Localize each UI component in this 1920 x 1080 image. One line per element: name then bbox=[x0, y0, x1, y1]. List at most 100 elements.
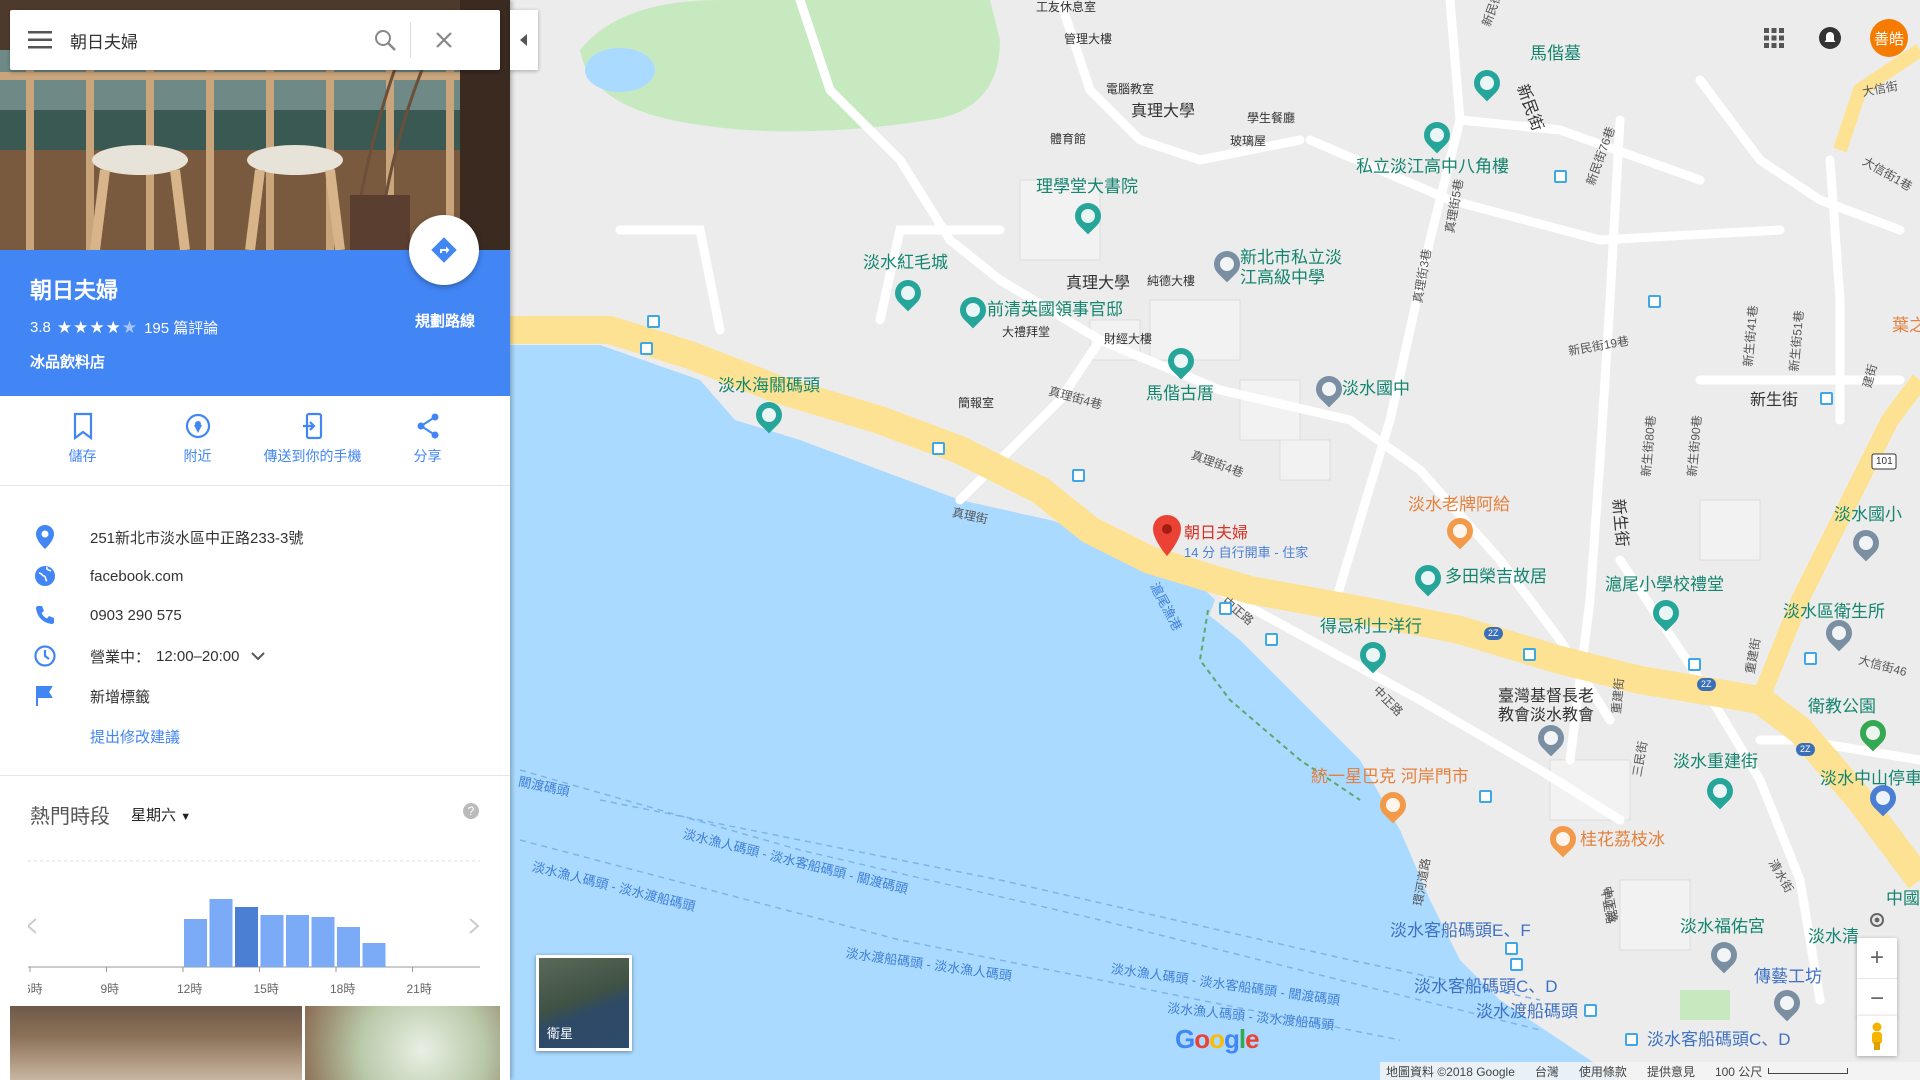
map-label-poi[interactable]: 淡水福佑宮 bbox=[1680, 918, 1765, 935]
popular-times-bar[interactable] bbox=[362, 943, 386, 967]
popular-times-bar[interactable] bbox=[337, 927, 360, 967]
photo-thumbnail[interactable] bbox=[10, 1006, 302, 1080]
popular-times-chart: 6時 9時 12時 15時 18時 21時 bbox=[28, 860, 480, 996]
nearby-button[interactable]: 附近 bbox=[140, 396, 255, 485]
zoom-control: + − bbox=[1857, 938, 1897, 1018]
bus-stop-icon[interactable] bbox=[1688, 658, 1701, 671]
zoom-in-button[interactable]: + bbox=[1857, 938, 1897, 978]
photo-thumbnails[interactable] bbox=[10, 1006, 500, 1080]
map-label-poi[interactable]: 理學堂大書院 bbox=[1036, 178, 1138, 195]
map-label-poi[interactable]: 馬偕墓 bbox=[1530, 45, 1581, 62]
map-label-food[interactable]: 淡水老牌阿給 bbox=[1408, 496, 1510, 513]
clear-search-button[interactable] bbox=[411, 10, 476, 70]
bus-stop-icon[interactable] bbox=[1510, 958, 1523, 971]
map-label-transit[interactable]: 淡水客船碼頭C、D bbox=[1414, 978, 1558, 995]
map-label-building: 電腦教室 bbox=[1106, 82, 1155, 96]
popular-times-bar[interactable] bbox=[311, 917, 335, 967]
label-row[interactable]: 新增標籤 bbox=[0, 681, 150, 711]
place-rating: 3.8 ★★★★★ 195 篇評論 bbox=[30, 317, 218, 338]
my-location-button[interactable] bbox=[1862, 905, 1892, 935]
apps-button[interactable] bbox=[1746, 15, 1802, 61]
popular-times-bar[interactable] bbox=[184, 919, 207, 967]
map-label-poi[interactable]: 私立淡江高中八角樓 bbox=[1356, 158, 1509, 175]
map-label-poi[interactable]: 得忌利士洋行 bbox=[1320, 618, 1422, 635]
bus-stop-icon[interactable] bbox=[1219, 602, 1232, 615]
popular-times-bar[interactable] bbox=[235, 907, 258, 967]
bus-stop-icon[interactable] bbox=[640, 342, 653, 355]
map-label-poi[interactable]: 淡水區衛生所 bbox=[1783, 603, 1885, 620]
address-row[interactable]: 251新北市淡水區中正路233-3號 bbox=[0, 522, 303, 552]
popular-times-bar[interactable] bbox=[209, 899, 233, 967]
notifications-button[interactable] bbox=[1802, 15, 1858, 61]
region-link[interactable]: 台灣 bbox=[1535, 1063, 1559, 1080]
bus-stop-icon[interactable] bbox=[1505, 942, 1518, 955]
map-label-poi[interactable]: 新北市私立淡江高級中學 bbox=[1240, 248, 1355, 287]
map-label-transit[interactable]: 淡水客船碼頭E、F bbox=[1390, 922, 1531, 939]
map-label-transit[interactable]: 淡水渡船碼頭 bbox=[1476, 1003, 1578, 1020]
feedback-link[interactable]: 提供意見 bbox=[1647, 1063, 1695, 1080]
share-button[interactable]: 分享 bbox=[370, 396, 485, 485]
map-label-poi[interactable]: 滬尾小學校禮堂 bbox=[1605, 576, 1724, 593]
map-label-poi[interactable]: 淡水國小 bbox=[1834, 506, 1902, 523]
phone-row[interactable]: 0903 290 575 bbox=[0, 600, 182, 630]
map-label-poi[interactable]: 淡水紅毛城 bbox=[863, 254, 948, 271]
map-label-food[interactable]: 桂花荔枝冰 bbox=[1580, 831, 1665, 848]
bus-stop-icon[interactable] bbox=[1554, 170, 1567, 183]
suggest-edit-link[interactable]: 提出修改建議 bbox=[90, 726, 180, 747]
bus-stop-icon[interactable] bbox=[1584, 1004, 1597, 1017]
send-to-phone-button[interactable]: 傳送到你的手機 bbox=[255, 396, 370, 485]
selected-place-marker[interactable] bbox=[1152, 515, 1182, 557]
chevron-down-icon[interactable] bbox=[251, 651, 266, 661]
help-icon[interactable]: ? bbox=[463, 803, 479, 819]
website-row[interactable]: facebook.com bbox=[0, 561, 183, 591]
account-button[interactable]: 善皓 bbox=[1858, 15, 1920, 61]
bus-stop-icon[interactable] bbox=[1804, 652, 1817, 665]
bus-stop-icon[interactable] bbox=[1625, 1033, 1638, 1046]
selected-place-label[interactable]: 朝日夫婦 bbox=[1184, 526, 1248, 542]
terms-link[interactable]: 使用條款 bbox=[1579, 1063, 1627, 1080]
bus-stop-icon[interactable] bbox=[647, 315, 660, 328]
save-button[interactable]: 儲存 bbox=[25, 396, 140, 485]
reviews-link[interactable]: 195 篇評論 bbox=[144, 317, 218, 338]
directions-button[interactable] bbox=[409, 215, 479, 285]
directions-label[interactable]: 規劃路線 bbox=[400, 310, 490, 331]
collapse-panel-button[interactable] bbox=[510, 10, 538, 70]
satellite-toggle[interactable]: 衛星 bbox=[536, 955, 632, 1051]
day-selector[interactable]: 星期六 ▼ bbox=[131, 804, 191, 825]
map-label-transit[interactable]: 淡水客船碼頭C、D bbox=[1647, 1031, 1791, 1048]
menu-button[interactable] bbox=[10, 10, 70, 70]
map-label-food[interactable]: 葉之 bbox=[1892, 317, 1920, 334]
map-label-poi[interactable]: 淡水海關碼頭 bbox=[718, 377, 820, 394]
map-label-poi[interactable]: 多田榮吉故居 bbox=[1445, 568, 1547, 585]
suggest-edit-row[interactable]: 提出修改建議 bbox=[0, 721, 180, 751]
website-text: facebook.com bbox=[90, 567, 184, 585]
location-pin-icon bbox=[36, 525, 54, 549]
place-category[interactable]: 冰品飲料店 bbox=[30, 351, 105, 372]
bus-stop-icon[interactable] bbox=[1479, 790, 1492, 803]
map-label-poi[interactable]: 淡水清 bbox=[1808, 928, 1859, 945]
map-label-poi[interactable]: 淡水國中 bbox=[1342, 380, 1410, 397]
selected-place-eta[interactable]: 14 分 自行開車 - 住家 bbox=[1184, 546, 1308, 559]
map-label-poi[interactable]: 淡水重建街 bbox=[1673, 753, 1758, 770]
map-label-transit[interactable]: 傳藝工坊 bbox=[1754, 968, 1822, 985]
map-label-poi[interactable]: 衛教公園 bbox=[1808, 698, 1876, 715]
zoom-out-button[interactable]: − bbox=[1857, 978, 1897, 1018]
popular-times-bar[interactable] bbox=[286, 915, 309, 967]
map-label-food[interactable]: 統一星巴克 河岸門市 bbox=[1311, 768, 1469, 785]
map-label-poi[interactable]: 淡水中山停車 bbox=[1820, 770, 1920, 787]
photo-thumbnail[interactable] bbox=[305, 1006, 500, 1080]
popular-times-bar[interactable] bbox=[260, 915, 284, 967]
street-view-button[interactable] bbox=[1857, 1016, 1897, 1056]
search-button[interactable] bbox=[360, 10, 410, 70]
bus-stop-icon[interactable] bbox=[1820, 392, 1833, 405]
search-input[interactable] bbox=[70, 30, 360, 50]
bus-stop-icon[interactable] bbox=[1648, 295, 1661, 308]
map-label-poi[interactable]: 前清英國領事官邸 bbox=[987, 301, 1123, 318]
globe-icon bbox=[35, 566, 55, 586]
bus-stop-icon[interactable] bbox=[1072, 469, 1085, 482]
bus-stop-icon[interactable] bbox=[932, 442, 945, 455]
bus-stop-icon[interactable] bbox=[1265, 633, 1278, 646]
map-label-poi[interactable]: 馬偕古厝 bbox=[1146, 385, 1214, 402]
hours-row[interactable]: 營業中： 12:00–20:00 bbox=[0, 641, 266, 671]
bus-stop-icon[interactable] bbox=[1523, 648, 1536, 661]
